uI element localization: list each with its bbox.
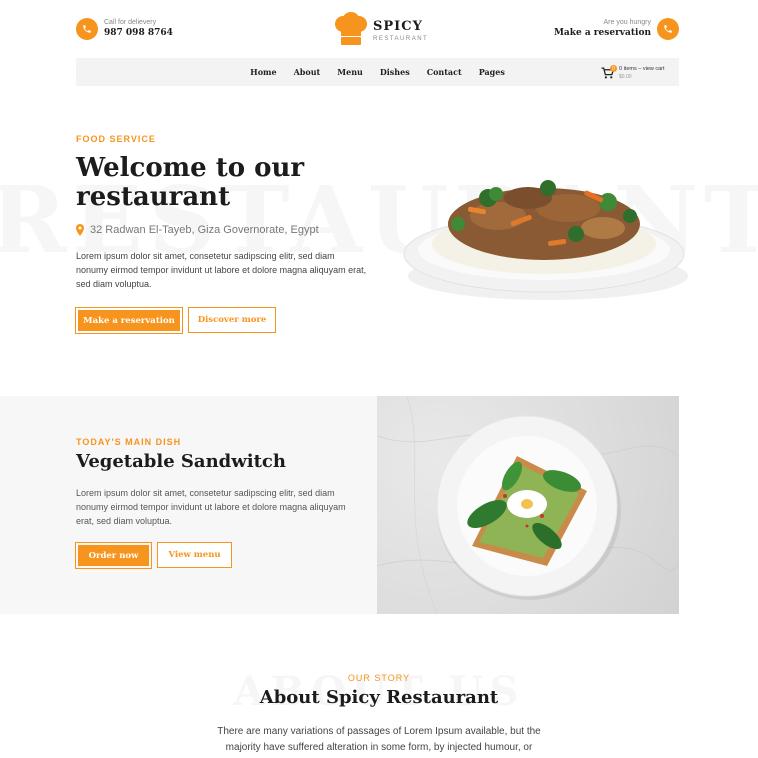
nav-item-about[interactable]: About bbox=[294, 67, 321, 77]
brand-subtitle: RESTAURANT bbox=[373, 36, 429, 42]
reservation-link[interactable]: Make a reservation bbox=[554, 28, 651, 38]
view-menu-button[interactable]: View menu bbox=[157, 542, 232, 568]
delivery-phone[interactable]: 987 098 8764 bbox=[104, 28, 173, 38]
hero-eyebrow: FOOD SERVICE bbox=[76, 134, 156, 144]
order-now-button[interactable]: Order now bbox=[75, 542, 152, 569]
cart-title: 0 items – view cart bbox=[619, 66, 665, 72]
hero-title: Welcome to our restaurant bbox=[76, 154, 304, 212]
delivery-label: Call for delievery bbox=[104, 19, 157, 26]
about-title: About Spicy Restaurant bbox=[259, 687, 499, 708]
phone-icon-button[interactable] bbox=[76, 18, 98, 40]
nav-item-dishes[interactable]: Dishes bbox=[380, 67, 410, 77]
cart-widget[interactable]: 0 0 items – view cart $0.00 bbox=[601, 65, 671, 81]
hero-address-row: 32 Radwan El-Tayeb, Giza Governorate, Eg… bbox=[76, 224, 319, 236]
nav-item-contact[interactable]: Contact bbox=[427, 67, 462, 77]
brand-name: SPICY bbox=[373, 19, 423, 34]
logo[interactable] bbox=[332, 12, 370, 46]
about-text-line-2: majority have suffered alteration in som… bbox=[225, 742, 533, 753]
hero-dish-image bbox=[398, 168, 690, 308]
hungry-label: Are you hungry bbox=[603, 19, 651, 26]
nav-item-pages[interactable]: Pages bbox=[479, 67, 505, 77]
discover-more-button[interactable]: Discover more bbox=[188, 307, 276, 333]
main-navbar: Home About Menu Dishes Contact Pages 0 0… bbox=[76, 58, 679, 86]
nav-menu: Home About Menu Dishes Contact Pages bbox=[76, 58, 679, 86]
main-dish-image bbox=[377, 396, 679, 614]
phone-icon-button-right[interactable] bbox=[657, 18, 679, 40]
phone-icon bbox=[664, 25, 672, 33]
hero-title-line-1: Welcome to our bbox=[76, 153, 305, 183]
nav-item-menu[interactable]: Menu bbox=[337, 67, 363, 77]
about-text: There are many variations of passages of… bbox=[0, 724, 758, 756]
cart-total: $0.00 bbox=[619, 74, 632, 80]
main-dish-title: Vegetable Sandwitch bbox=[76, 451, 286, 472]
hero-description: Lorem ipsum dolor sit amet, consetetur s… bbox=[76, 251, 367, 289]
hero-title-line-2: restaurant bbox=[76, 182, 231, 212]
about-eyebrow: OUR STORY bbox=[347, 673, 411, 683]
make-reservation-button[interactable]: Make a reservation bbox=[75, 307, 183, 334]
main-dish-eyebrow: TODAY'S MAIN DISH bbox=[76, 437, 182, 447]
chef-hat-icon bbox=[335, 12, 367, 45]
about-text-line-1: There are many variations of passages of… bbox=[217, 726, 541, 737]
phone-icon bbox=[83, 25, 91, 33]
main-dish-description: Lorem ipsum dolor sit amet, consetetur s… bbox=[76, 488, 346, 526]
cart-count-badge: 0 bbox=[610, 65, 617, 72]
hero-address: 32 Radwan El-Tayeb, Giza Governorate, Eg… bbox=[90, 224, 319, 236]
map-pin-icon bbox=[76, 224, 84, 236]
nav-item-home[interactable]: Home bbox=[250, 67, 276, 77]
